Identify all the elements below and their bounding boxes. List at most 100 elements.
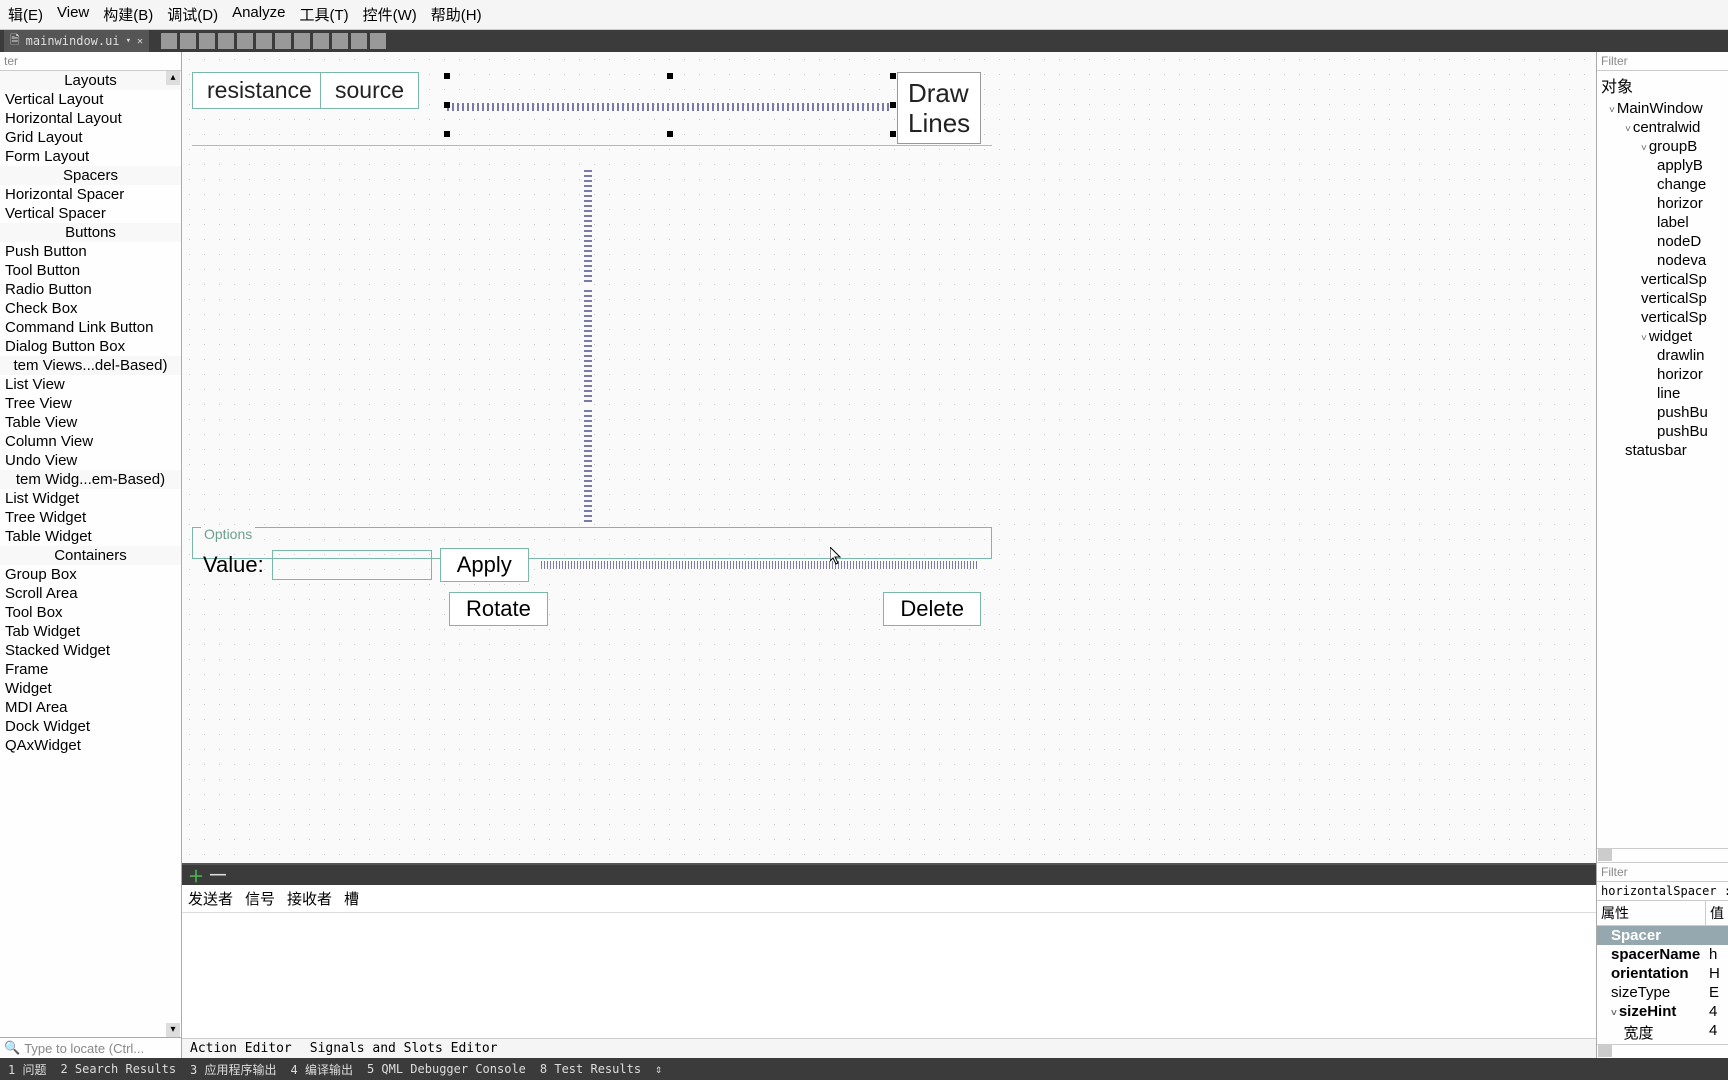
widget-item[interactable]: MDI Area — [0, 698, 181, 717]
widget-item[interactable]: Radio Button — [0, 280, 181, 299]
property-row[interactable]: spacerNameh — [1597, 945, 1728, 964]
menubar[interactable]: 辑(E) View 构建(B) 调试(D) Analyze 工具(T) 控件(W… — [0, 0, 1728, 30]
tree-node[interactable]: horizor — [1599, 365, 1728, 384]
column-header[interactable]: 信号 — [245, 888, 275, 909]
tool-icon[interactable] — [313, 33, 329, 49]
status-item[interactable]: 2 Search Results — [60, 1062, 176, 1076]
tool-icon[interactable] — [161, 33, 177, 49]
tree-node[interactable]: line — [1599, 384, 1728, 403]
menu-item[interactable]: 构建(B) — [103, 4, 153, 25]
menu-item[interactable]: 帮助(H) — [431, 4, 482, 25]
tree-node[interactable]: ˅groupB — [1599, 137, 1728, 156]
widget-item[interactable]: List Widget — [0, 489, 181, 508]
column-header[interactable]: 槽 — [344, 888, 359, 909]
widget-item[interactable]: Table Widget — [0, 527, 181, 546]
status-item[interactable]: 4 编译输出 — [291, 1061, 353, 1078]
menu-item[interactable]: 调试(D) — [167, 4, 218, 25]
form-canvas[interactable]: resistance source DrawLines — [182, 52, 1596, 863]
widget-category[interactable]: Containers — [0, 546, 181, 565]
horizontal-spacer[interactable] — [447, 103, 892, 111]
delete-button[interactable]: Delete — [883, 592, 981, 626]
widget-item[interactable]: Horizontal Layout — [0, 109, 181, 128]
tool-icon[interactable] — [332, 33, 348, 49]
menu-item[interactable]: View — [57, 4, 89, 25]
tree-node[interactable]: drawlin — [1599, 346, 1728, 365]
status-item[interactable]: 5 QML Debugger Console — [367, 1062, 526, 1076]
tool-icon[interactable] — [294, 33, 310, 49]
widget-item[interactable]: Tab Widget — [0, 622, 181, 641]
locate-input[interactable]: 🔍 Type to locate (Ctrl... — [0, 1037, 181, 1058]
tab-action-editor[interactable]: Action Editor — [190, 1041, 292, 1056]
widget-item[interactable]: Dialog Button Box — [0, 337, 181, 356]
tree-node[interactable]: ˅MainWindow — [1599, 99, 1728, 118]
tool-icon[interactable] — [275, 33, 291, 49]
column-header[interactable]: 发送者 — [188, 888, 233, 909]
tree-node[interactable]: pushBu — [1599, 403, 1728, 422]
menu-item[interactable]: 工具(T) — [299, 4, 348, 25]
menu-item[interactable]: Analyze — [232, 4, 285, 25]
widget-item[interactable]: Push Button — [0, 242, 181, 261]
vertical-spacer[interactable] — [584, 167, 592, 282]
horizontal-scrollbar[interactable] — [1597, 1044, 1728, 1058]
value-input[interactable] — [272, 550, 432, 580]
widget-category[interactable]: Layouts — [0, 71, 181, 90]
widget-category[interactable]: Buttons — [0, 223, 181, 242]
close-icon[interactable]: ✕ — [137, 36, 143, 47]
widget-item[interactable]: Vertical Spacer — [0, 204, 181, 223]
tool-icon[interactable] — [351, 33, 367, 49]
resistance-button[interactable]: resistance — [192, 72, 327, 109]
widget-item[interactable]: Group Box — [0, 565, 181, 584]
tree-node[interactable]: verticalSp — [1599, 308, 1728, 327]
apply-button[interactable]: Apply — [440, 548, 529, 582]
widget-item[interactable]: Table View — [0, 413, 181, 432]
chevron-down-icon[interactable]: ▾ — [126, 36, 131, 46]
widget-item[interactable]: Vertical Layout — [0, 90, 181, 109]
tool-icon[interactable] — [256, 33, 272, 49]
property-row[interactable]: sizeTypeE — [1597, 983, 1728, 1002]
tree-node[interactable]: ˅centralwid — [1599, 118, 1728, 137]
tree-node[interactable]: verticalSp — [1599, 270, 1728, 289]
widget-item[interactable]: Grid Layout — [0, 128, 181, 147]
tree-node[interactable]: change — [1599, 175, 1728, 194]
draw-lines-button[interactable]: DrawLines — [897, 72, 981, 144]
add-icon[interactable]: ＋ — [188, 863, 204, 887]
rotate-button[interactable]: Rotate — [449, 592, 548, 626]
property-row[interactable]: orientationH — [1597, 964, 1728, 983]
widget-item[interactable]: Stacked Widget — [0, 641, 181, 660]
property-filter[interactable]: Filter — [1597, 862, 1728, 882]
status-item[interactable]: 1 问题 — [8, 1061, 46, 1078]
widget-category[interactable]: Spacers — [0, 166, 181, 185]
tool-icon[interactable] — [370, 33, 386, 49]
tab-signals-slots-editor[interactable]: Signals and Slots Editor — [310, 1041, 498, 1056]
widget-item[interactable]: Widget — [0, 679, 181, 698]
widget-category[interactable]: tem Views...del-Based) — [0, 356, 181, 375]
widget-item[interactable]: QAxWidget — [0, 736, 181, 755]
remove-icon[interactable]: — — [210, 866, 226, 884]
tree-node[interactable]: verticalSp — [1599, 289, 1728, 308]
widget-item[interactable]: Tree Widget — [0, 508, 181, 527]
scroll-up-icon[interactable]: ▴ — [166, 71, 180, 85]
widget-item[interactable]: Scroll Area — [0, 584, 181, 603]
tree-node[interactable]: statusbar — [1599, 441, 1728, 460]
widget-item[interactable]: Check Box — [0, 299, 181, 318]
column-header[interactable]: 接收者 — [287, 888, 332, 909]
property-row[interactable]: ˅sizeHint4 — [1597, 1002, 1728, 1021]
status-expand-icon[interactable]: ⇕ — [655, 1062, 662, 1076]
widget-item[interactable]: Tool Button — [0, 261, 181, 280]
tree-node[interactable]: applyB — [1599, 156, 1728, 175]
widget-item[interactable]: Form Layout — [0, 147, 181, 166]
widget-item[interactable]: Tree View — [0, 394, 181, 413]
menu-item[interactable]: 控件(W) — [363, 4, 417, 25]
tool-icon[interactable] — [180, 33, 196, 49]
widget-item[interactable]: Column View — [0, 432, 181, 451]
tree-node[interactable]: nodeva — [1599, 251, 1728, 270]
status-item[interactable]: 3 应用程序输出 — [190, 1061, 276, 1078]
tool-icon[interactable] — [237, 33, 253, 49]
source-button[interactable]: source — [320, 72, 419, 109]
property-row[interactable]: 宽度4 — [1597, 1021, 1728, 1044]
widget-item[interactable]: Horizontal Spacer — [0, 185, 181, 204]
horizontal-spacer[interactable] — [541, 561, 977, 569]
tree-node[interactable]: horizor — [1599, 194, 1728, 213]
tree-node[interactable]: pushBu — [1599, 422, 1728, 441]
tool-icon[interactable] — [218, 33, 234, 49]
